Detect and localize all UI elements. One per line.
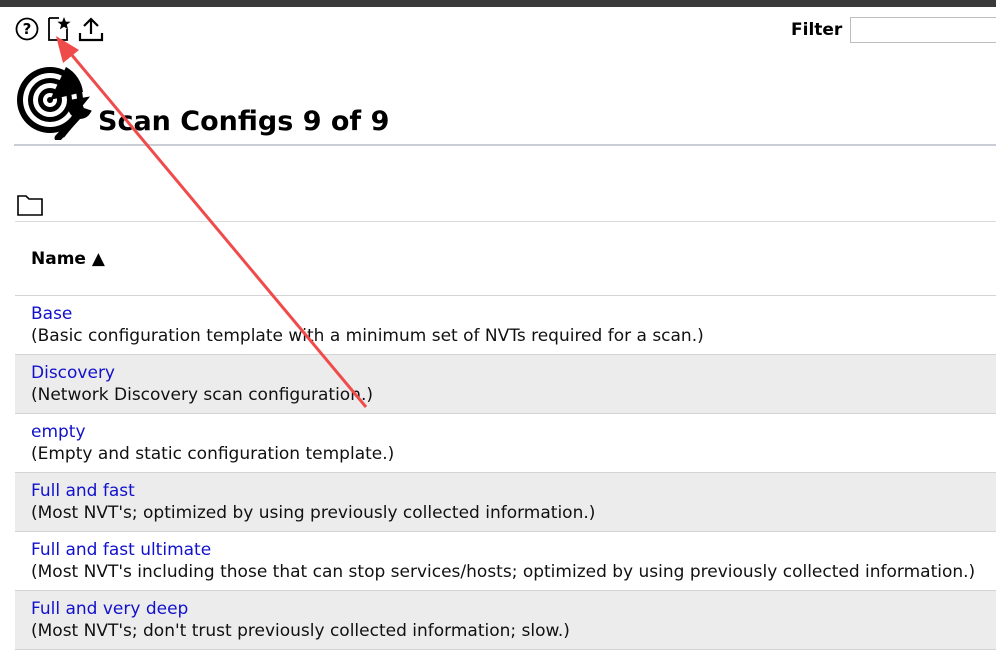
table-row: Base (Basic configuration template with … <box>15 296 996 355</box>
folder-icon[interactable] <box>16 193 44 221</box>
config-link[interactable]: Discovery <box>31 363 996 384</box>
config-description: (Most NVT's; don't trust previously coll… <box>31 621 570 641</box>
scan-config-radar-wrench-icon <box>14 62 92 144</box>
config-link[interactable]: Full and very deep <box>31 599 996 620</box>
table-row: Discovery (Network Discovery scan config… <box>15 355 996 414</box>
page-title: Scan Configs 9 of 9 <box>98 106 390 137</box>
table-row: Full and very deep (Most NVT's; don't tr… <box>15 591 996 650</box>
filter-label: Filter <box>791 20 843 40</box>
config-description: (Most NVT's; optimized by using previous… <box>31 503 596 523</box>
toolbar: ? <box>14 15 110 43</box>
config-description: (Most NVT's including those that can sto… <box>31 562 976 582</box>
config-link[interactable]: empty <box>31 422 996 443</box>
help-icon[interactable]: ? <box>14 16 40 42</box>
table-header: Name ▲ <box>15 222 996 296</box>
table-row: Full and fast (Most NVT's; optimized by … <box>15 473 996 532</box>
svg-text:?: ? <box>23 20 32 38</box>
page-header: Scan Configs 9 of 9 <box>14 62 996 146</box>
column-header-name[interactable]: Name ▲ <box>31 249 105 269</box>
table-row: empty (Empty and static configuration te… <box>15 414 996 473</box>
filter-input[interactable] <box>850 17 996 43</box>
table-row: Full and fast ultimate (Most NVT's inclu… <box>15 532 996 591</box>
top-bar <box>0 0 996 7</box>
config-link[interactable]: Base <box>31 304 996 325</box>
config-link[interactable]: Full and fast <box>31 481 996 502</box>
config-description: (Basic configuration template with a min… <box>31 326 704 346</box>
config-description: (Network Discovery scan configuration.) <box>31 385 374 405</box>
new-scan-config-icon[interactable] <box>46 16 72 42</box>
filter-bar: Filter <box>791 17 996 43</box>
upload-icon[interactable] <box>78 16 104 42</box>
scan-configs-table: Name ▲ Base (Basic configuration templat… <box>15 221 996 650</box>
config-description: (Empty and static configuration template… <box>31 444 395 464</box>
config-link[interactable]: Full and fast ultimate <box>31 540 996 561</box>
